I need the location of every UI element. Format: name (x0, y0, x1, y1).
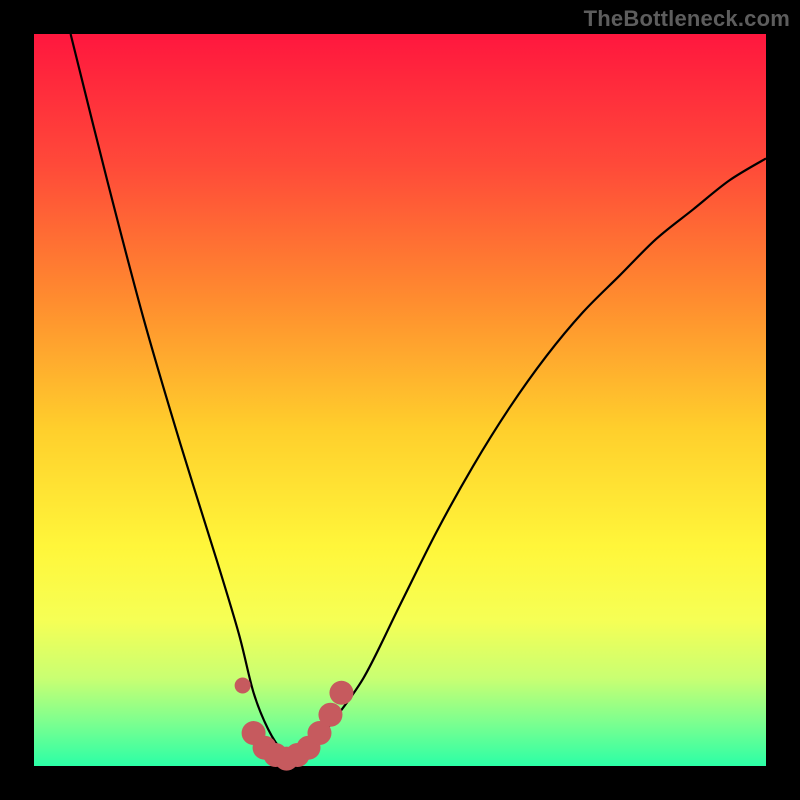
highlight-point (235, 677, 251, 693)
highlight-point (318, 703, 342, 727)
watermark-text: TheBottleneck.com (584, 6, 790, 32)
chart-frame: TheBottleneck.com (0, 0, 800, 800)
bottleneck-chart (0, 0, 800, 800)
plot-background (34, 34, 766, 766)
highlight-point (329, 681, 353, 705)
